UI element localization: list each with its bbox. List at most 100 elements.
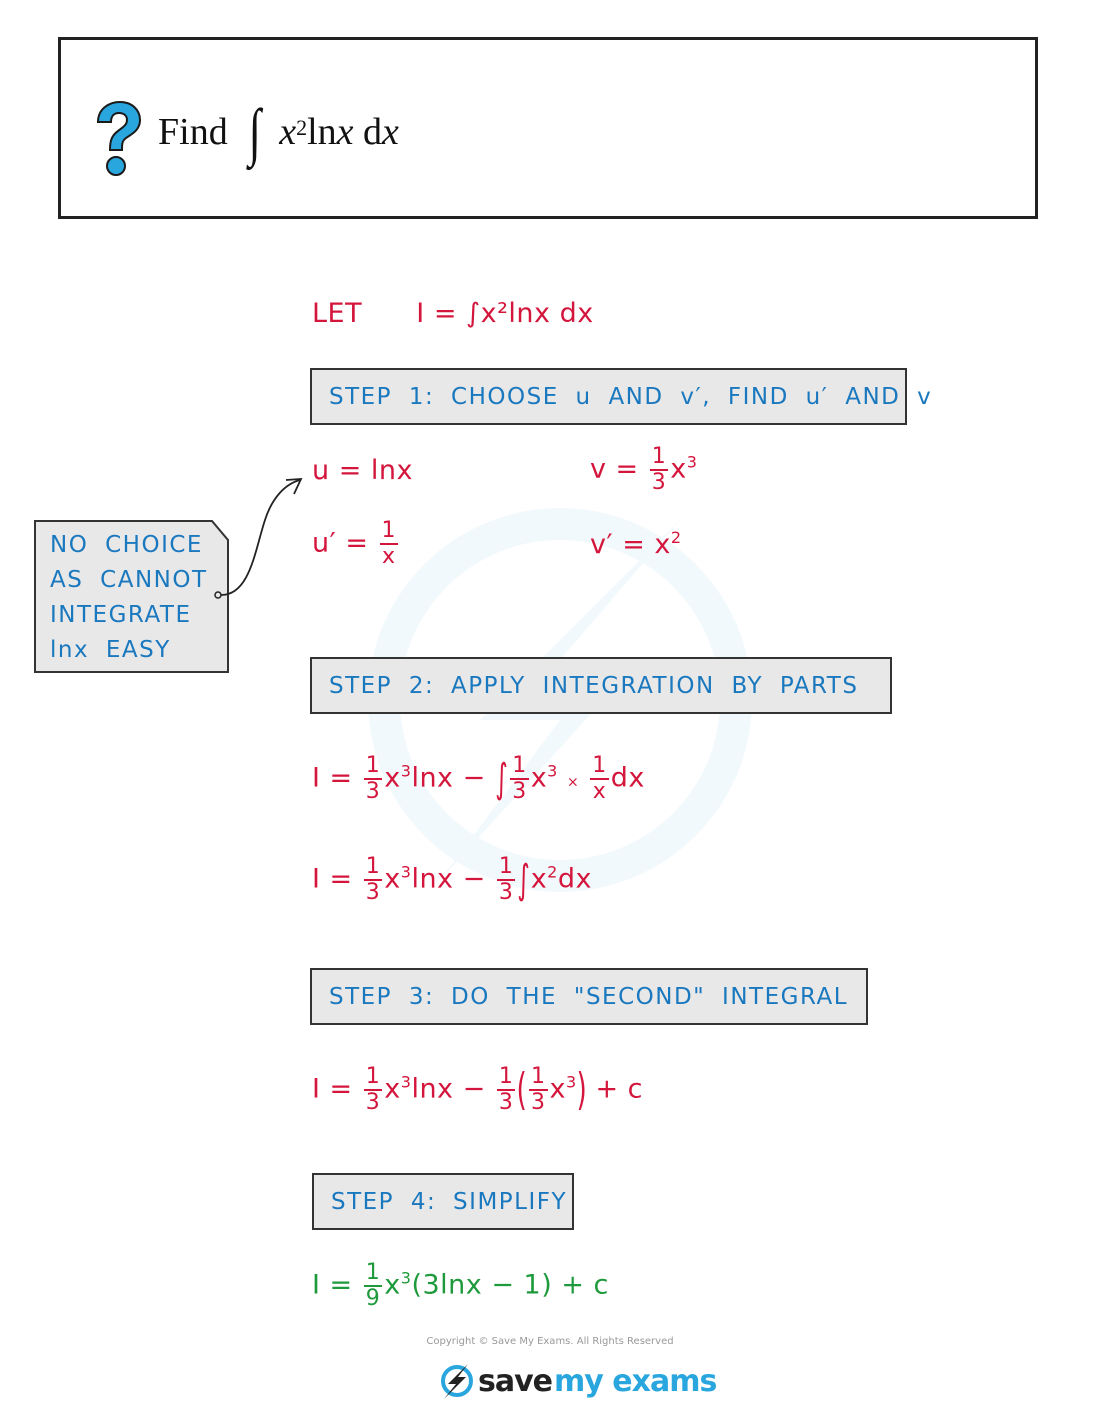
- exponent: 2: [296, 115, 308, 140]
- step-4-box: STEP 4: SIMPLIFY: [312, 1173, 574, 1230]
- denominator: 3: [498, 1090, 514, 1115]
- term: x: [384, 1073, 401, 1105]
- v-lhs: v =: [590, 453, 639, 485]
- note-line: NO CHOICE: [50, 532, 203, 558]
- integral-sign: ∫: [517, 857, 531, 903]
- term: (3lnx − 1) + c: [411, 1269, 609, 1301]
- var-x: x: [382, 111, 399, 153]
- arrow-icon: [214, 478, 303, 599]
- denominator: 9: [365, 1286, 381, 1311]
- numerator: 1: [496, 1064, 516, 1091]
- integral-sign: ∫: [495, 756, 508, 802]
- u-prime-lhs: u′ =: [312, 527, 369, 559]
- denominator: x: [592, 779, 607, 804]
- note-line: INTEGRATE: [50, 602, 192, 628]
- fraction: 13: [529, 1066, 548, 1114]
- denominator: 3: [651, 470, 667, 495]
- step-3-label: STEP 3: DO THE "SECOND" INTEGRAL: [329, 983, 849, 1010]
- numerator: 1: [590, 753, 609, 780]
- lhs: I =: [312, 1269, 353, 1301]
- step-2-line-1: I = 1 3 x3lnx − ∫ 1 3 x3 × 1 x dx: [312, 755, 645, 803]
- fraction: 13: [510, 755, 529, 803]
- fraction: 13: [496, 854, 516, 905]
- v-prime-lhs: v′ = x: [590, 529, 671, 560]
- term: x: [549, 1073, 566, 1105]
- exponent: 3: [686, 452, 698, 472]
- question-prefix: Find: [158, 111, 228, 153]
- step-1-label: STEP 1: CHOOSE u AND v′, FIND u′ AND v: [329, 383, 933, 410]
- var-x: x: [336, 111, 354, 153]
- step-2-box: STEP 2: APPLY INTEGRATION BY PARTS: [310, 657, 892, 714]
- numerator: 1: [363, 1260, 383, 1287]
- fraction: 13: [363, 1064, 383, 1115]
- exponent: 3: [547, 761, 558, 781]
- term: lnx −: [411, 762, 486, 794]
- term: x: [530, 863, 548, 895]
- fraction: 13: [363, 755, 383, 804]
- term: dx: [610, 762, 645, 794]
- term: dx: [557, 863, 592, 895]
- u-definition: u = lnx: [312, 455, 413, 486]
- numerator: 1: [649, 444, 669, 471]
- note-line: lnx EASY: [50, 637, 171, 663]
- term: x: [384, 1269, 401, 1301]
- exponent: 3: [400, 1072, 412, 1092]
- u-prime-definition: u′ = 1x: [312, 520, 400, 568]
- lhs: I =: [312, 1073, 353, 1105]
- v-definition: v = 1 3 x3: [590, 446, 697, 494]
- right-paren: ): [576, 1064, 587, 1115]
- fraction: 13: [363, 854, 383, 905]
- copyright-text: Copyright © Save My Exams. All Rights Re…: [426, 1336, 674, 1347]
- fraction: 1x: [379, 518, 399, 568]
- let-expression: I = ∫x²lnx dx: [416, 298, 594, 329]
- question-text: Find ∫ x 2 ln x dx: [158, 100, 399, 164]
- denominator: 3: [498, 880, 514, 905]
- step-1-box: STEP 1: CHOOSE u AND v′, FIND u′ AND v: [310, 368, 931, 425]
- note-line: AS CANNOT: [50, 567, 208, 593]
- differential: d: [353, 111, 383, 153]
- lightning-logo-icon: [441, 1364, 473, 1399]
- exponent: 2: [670, 528, 682, 547]
- step-2-line-2: I = 1 3 x3lnx − 1 3 ∫x2dx: [312, 856, 592, 904]
- times-sign: ×: [566, 774, 580, 791]
- let-label: LET: [312, 298, 363, 329]
- step-4-label: STEP 4: SIMPLIFY: [331, 1188, 568, 1215]
- step-3-box: STEP 3: DO THE "SECOND" INTEGRAL: [310, 968, 868, 1025]
- exponent: 2: [547, 862, 558, 882]
- brand-logo[interactable]: save my exams: [440, 1362, 717, 1400]
- exponent: 3: [400, 862, 412, 882]
- numerator: 1: [529, 1064, 548, 1091]
- fraction: 19: [363, 1260, 383, 1311]
- fraction: 13: [496, 1064, 516, 1115]
- numerator: 1: [363, 1064, 383, 1091]
- left-paren: (: [516, 1064, 528, 1115]
- fraction: 13: [649, 444, 669, 495]
- var-x: x: [279, 111, 297, 153]
- term: lnx −: [411, 863, 486, 895]
- exponent: 3: [400, 1268, 412, 1288]
- final-answer: I = 1 9 x3(3lnx − 1) + c: [312, 1262, 609, 1310]
- denominator: 3: [365, 880, 381, 905]
- ln-text: ln: [307, 111, 337, 153]
- lhs: I =: [312, 762, 353, 794]
- numerator: 1: [363, 854, 383, 881]
- term: + c: [595, 1073, 644, 1105]
- denominator: 3: [365, 779, 381, 804]
- v-prime-definition: v′ = x2: [590, 528, 682, 560]
- exponent: 3: [566, 1072, 577, 1092]
- logo-text-myexams: my exams: [554, 1363, 717, 1399]
- term: x: [530, 762, 548, 794]
- term: lnx −: [411, 1073, 486, 1105]
- denominator: 3: [365, 1090, 381, 1115]
- numerator: 1: [510, 753, 529, 780]
- term: x: [384, 762, 401, 794]
- numerator: 1: [379, 518, 399, 545]
- fraction: 1x: [590, 755, 609, 803]
- exponent: 3: [400, 761, 412, 781]
- lhs: I =: [312, 863, 353, 895]
- term: x: [384, 863, 401, 895]
- step-2-label: STEP 2: APPLY INTEGRATION BY PARTS: [329, 672, 859, 699]
- numerator: 1: [496, 854, 516, 881]
- logo-text-save: save: [478, 1363, 553, 1399]
- denominator: 3: [531, 1090, 546, 1115]
